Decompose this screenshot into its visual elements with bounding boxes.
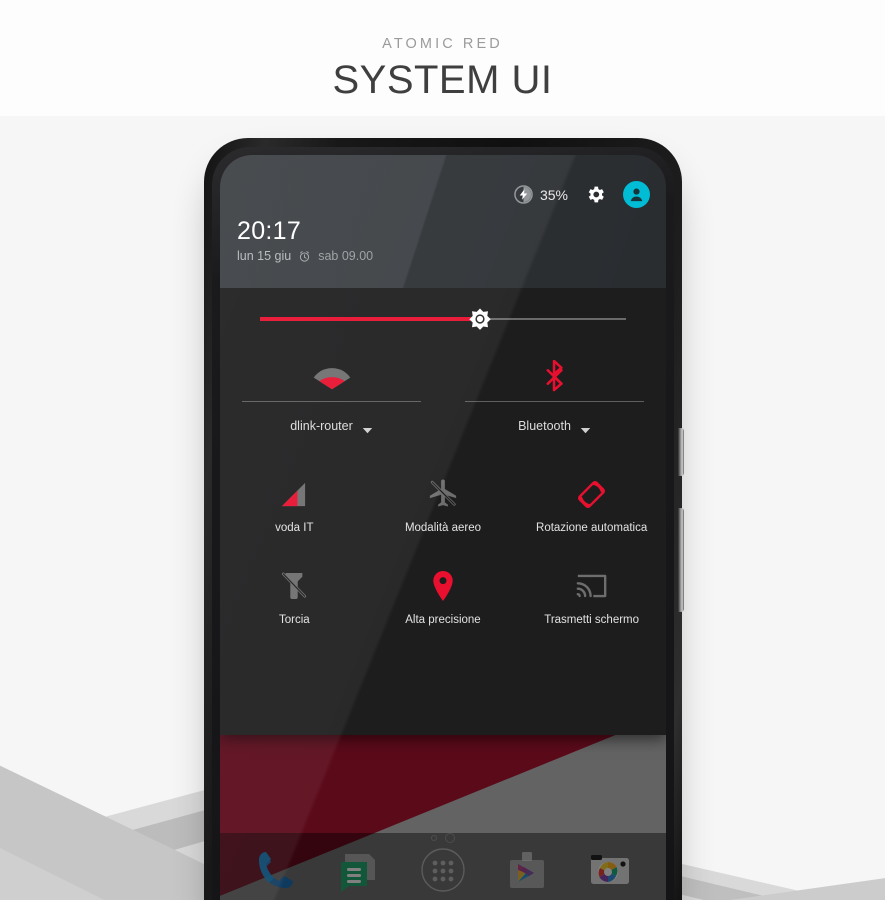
quick-tile-grid: voda IT Modalità aereo Rotazione automat… bbox=[220, 465, 666, 649]
slider-fill bbox=[260, 317, 480, 321]
header-banner: ATOMIC RED SYSTEM UI bbox=[0, 0, 885, 116]
quick-tile-wifi[interactable]: dlink-router bbox=[220, 351, 443, 457]
battery-charging-icon bbox=[514, 185, 533, 204]
battery-status[interactable]: 35% bbox=[514, 185, 568, 204]
dock-item-app-drawer[interactable] bbox=[419, 846, 467, 894]
home-dock bbox=[220, 833, 666, 900]
quick-settings-panel: 35% 20:17 lun 15 giu sab 09.00 dlink-rou… bbox=[220, 155, 666, 735]
quick-tile-location[interactable]: Alta precisione bbox=[369, 557, 518, 649]
quick-tile-airplane-mode[interactable]: Modalità aereo bbox=[369, 465, 518, 557]
dock-item-play-store[interactable] bbox=[503, 846, 551, 894]
screenshot-root: 35% 20:17 lun 15 giu sab 09.00 dlink-rou… bbox=[0, 0, 885, 900]
gear-icon[interactable] bbox=[585, 184, 606, 205]
quick-tile-label: voda IT bbox=[275, 522, 314, 534]
wifi-label-row[interactable]: dlink-router bbox=[290, 419, 373, 433]
phone-screen-glass: 35% 20:17 lun 15 giu sab 09.00 dlink-rou… bbox=[220, 155, 666, 900]
dock-item-phone[interactable] bbox=[252, 846, 300, 894]
volume-rocker-button[interactable] bbox=[678, 508, 684, 612]
quick-tile-label: Trasmetti schermo bbox=[544, 614, 640, 626]
dock-item-camera[interactable] bbox=[586, 846, 634, 894]
battery-percent-label: 35% bbox=[539, 186, 568, 203]
dock-item-messages[interactable] bbox=[335, 846, 383, 894]
tile-divider bbox=[465, 401, 644, 402]
banner-title: SYSTEM UI bbox=[332, 58, 553, 102]
clock-widget[interactable]: 20:17 lun 15 giu sab 09.00 bbox=[237, 217, 373, 263]
quick-tile-cast-screen[interactable]: Trasmetti schermo bbox=[517, 557, 666, 649]
alarm-clock-icon bbox=[298, 250, 311, 263]
wifi-ssid-label: dlink-router bbox=[290, 419, 353, 433]
bluetooth-icon bbox=[543, 351, 567, 401]
chevron-down-icon[interactable] bbox=[580, 423, 591, 433]
flashlight-off-icon bbox=[281, 565, 307, 607]
quick-tile-label: Alta precisione bbox=[405, 614, 481, 626]
phone-screen: 35% 20:17 lun 15 giu sab 09.00 dlink-rou… bbox=[220, 155, 666, 900]
banner-subtitle: ATOMIC RED bbox=[382, 36, 503, 52]
quick-tile-label: Modalità aereo bbox=[404, 522, 482, 534]
screen-rotation-icon bbox=[576, 473, 607, 515]
clock-subline: lun 15 giu sab 09.00 bbox=[237, 249, 373, 263]
clock-time: 20:17 bbox=[237, 217, 302, 245]
tile-divider bbox=[242, 401, 421, 402]
power-button[interactable] bbox=[678, 428, 684, 476]
quick-tile-label: Torcia bbox=[278, 614, 310, 626]
status-row: 35% bbox=[514, 181, 650, 208]
quick-tile-label: Rotazione automatica bbox=[536, 522, 648, 534]
phone-mockup: 35% 20:17 lun 15 giu sab 09.00 dlink-rou… bbox=[204, 138, 684, 900]
bluetooth-label: Bluetooth bbox=[518, 419, 571, 433]
user-avatar-icon[interactable] bbox=[623, 181, 650, 208]
bluetooth-label-row[interactable]: Bluetooth bbox=[518, 419, 591, 433]
quick-tile-flashlight[interactable]: Torcia bbox=[220, 557, 369, 649]
quick-tile-cellular[interactable]: voda IT bbox=[220, 465, 369, 557]
airplane-off-icon bbox=[428, 473, 458, 515]
connectivity-row: dlink-router Bluetooth bbox=[220, 351, 666, 457]
location-pin-icon bbox=[431, 565, 455, 607]
quick-tile-auto-rotate[interactable]: Rotazione automatica bbox=[517, 465, 666, 557]
wifi-icon bbox=[313, 351, 351, 401]
cast-icon bbox=[576, 565, 607, 607]
brightness-slider[interactable] bbox=[220, 288, 666, 350]
quick-settings-header: 35% 20:17 lun 15 giu sab 09.00 bbox=[220, 155, 666, 288]
clock-date: lun 15 giu bbox=[237, 249, 292, 263]
alarm-time-label: sab 09.00 bbox=[318, 249, 374, 263]
chevron-down-icon[interactable] bbox=[362, 423, 373, 433]
signal-bars-icon bbox=[280, 473, 309, 515]
brightness-sun-icon[interactable] bbox=[463, 302, 497, 336]
quick-tile-bluetooth[interactable]: Bluetooth bbox=[443, 351, 666, 457]
